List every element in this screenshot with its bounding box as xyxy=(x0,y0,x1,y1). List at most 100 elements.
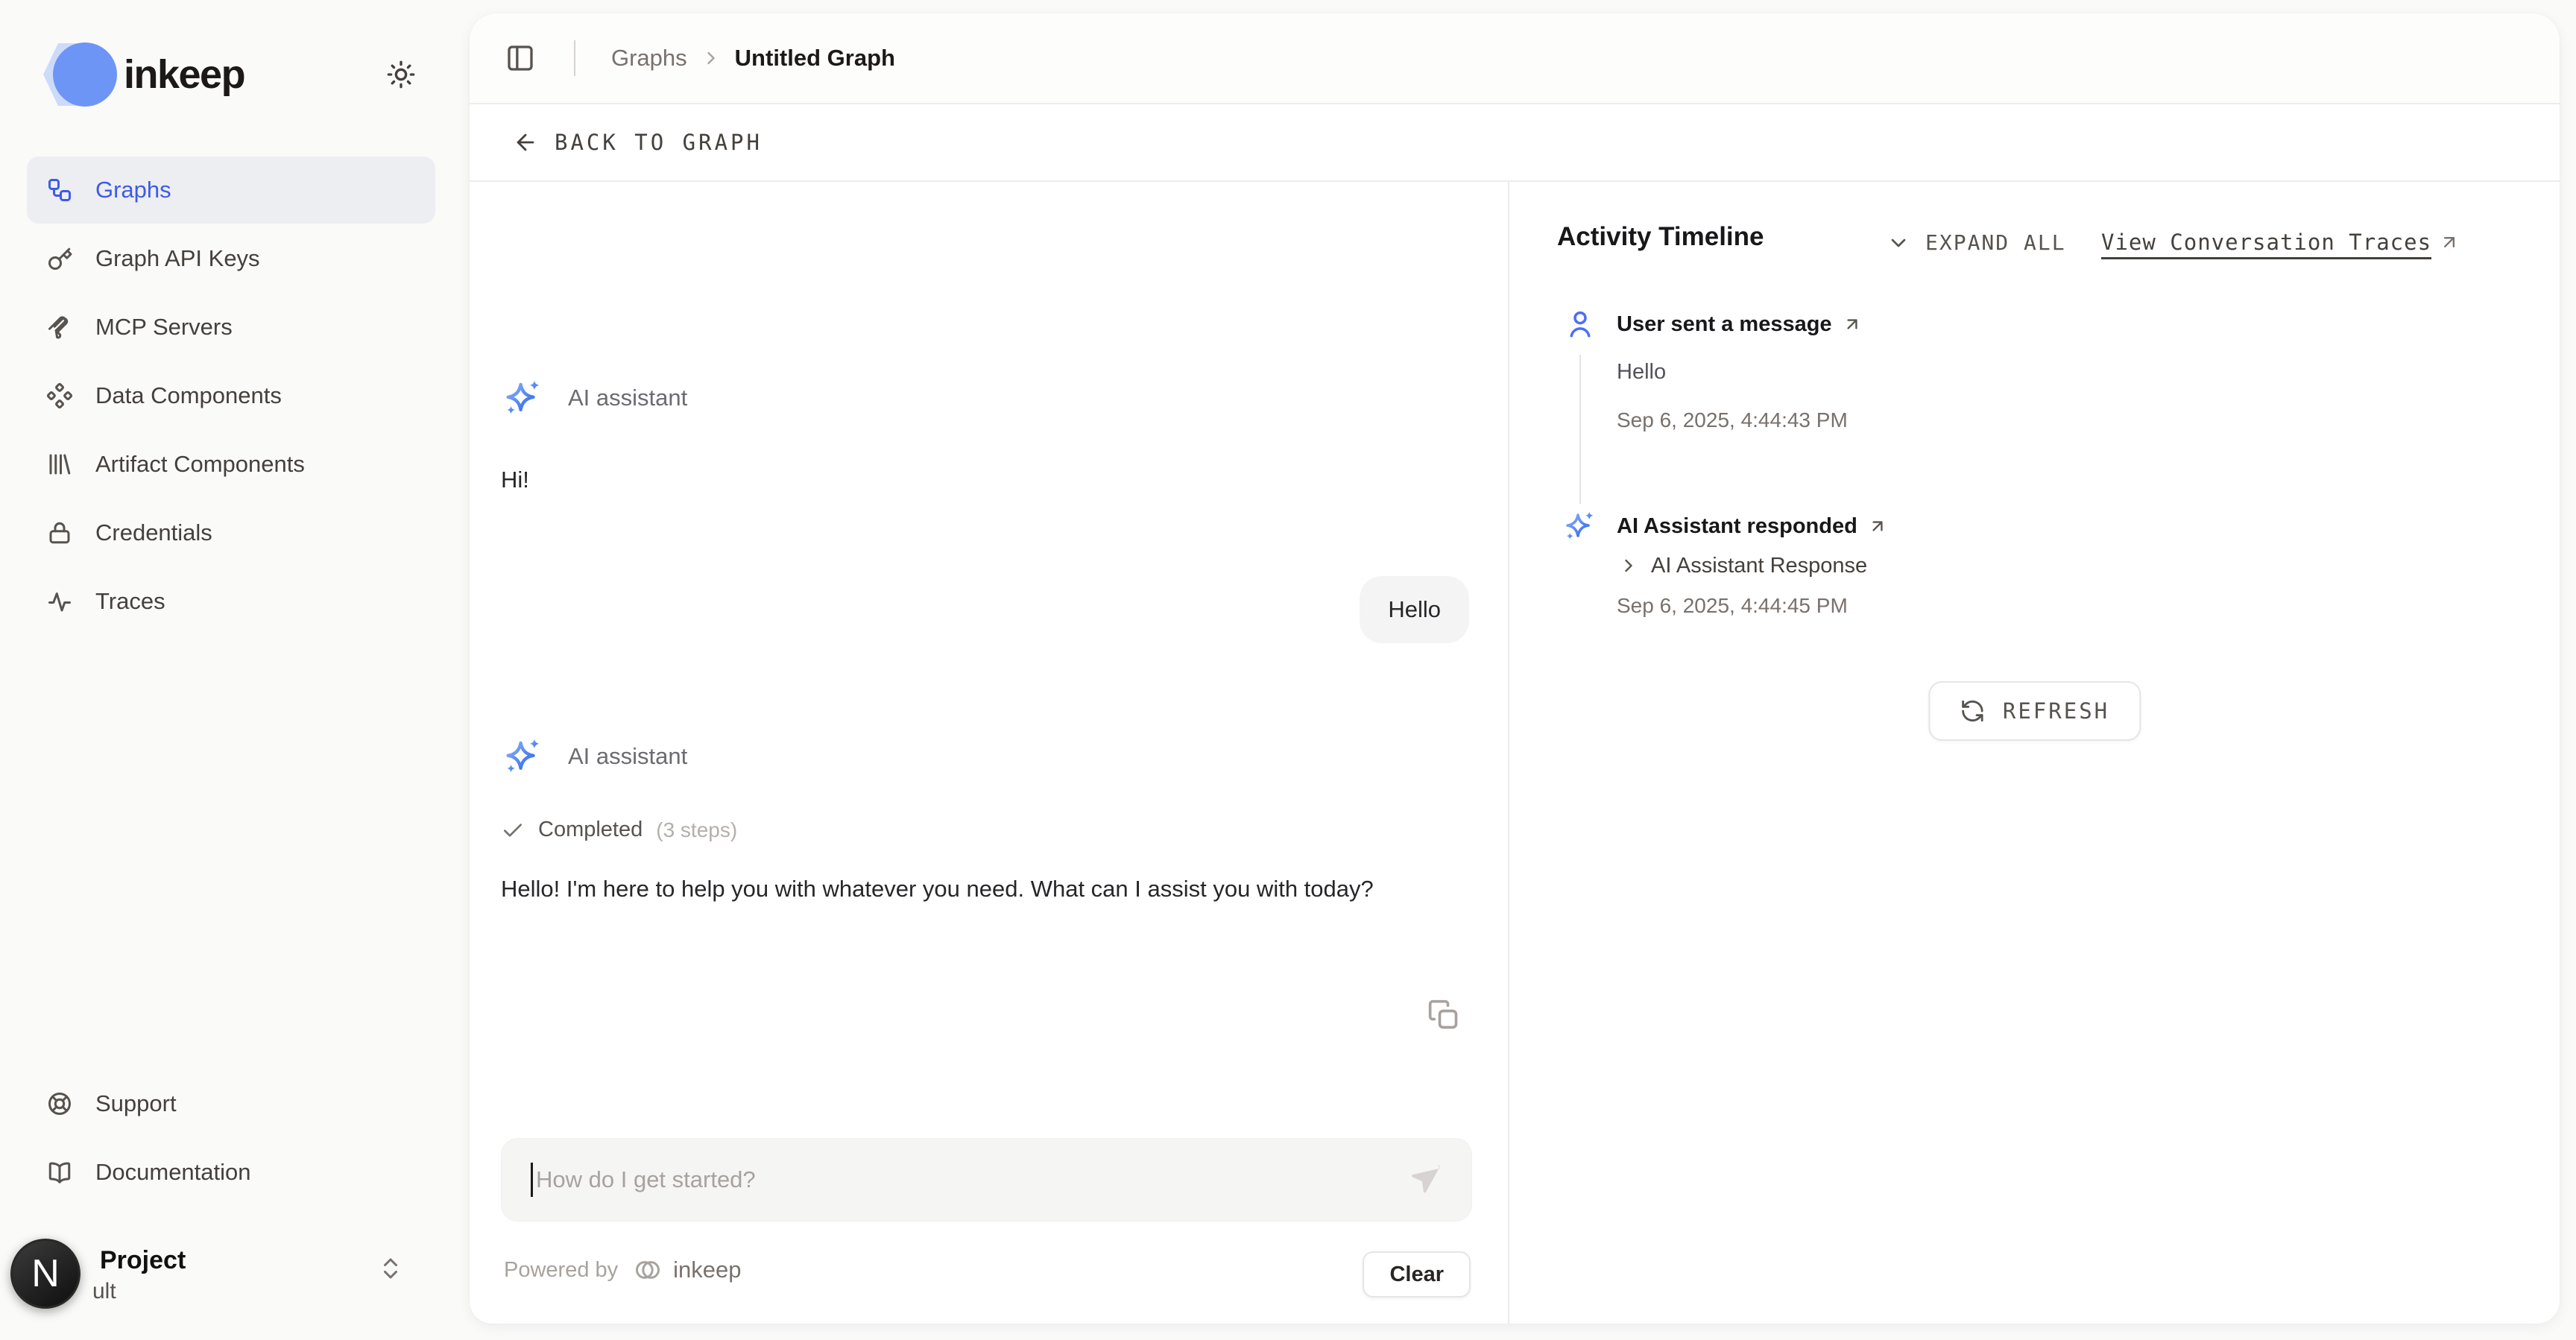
sparkles-icon xyxy=(501,735,544,778)
text-cursor xyxy=(531,1163,533,1197)
assistant-message-header: AI assistant xyxy=(501,376,687,420)
main-area: Graphs Untitled Graph BACK TO GRAPH xyxy=(462,0,2576,1340)
nextjs-dev-badge[interactable]: N xyxy=(10,1239,80,1309)
activity-icon xyxy=(46,588,73,615)
project-name: Project xyxy=(100,1246,186,1274)
sidebar-footer-nav: Support Documentation xyxy=(0,1070,462,1206)
artifact-bars-icon xyxy=(46,451,73,478)
clear-button-label: Clear xyxy=(1389,1262,1444,1287)
expand-all-button[interactable]: EXPAND ALL xyxy=(1925,228,2066,258)
arrow-up-right-icon xyxy=(1868,516,1887,536)
sidebar-item-label: Data Components xyxy=(95,382,282,409)
view-traces-label: View Conversation Traces xyxy=(2101,227,2431,258)
response-toggle-label: AI Assistant Response xyxy=(1651,552,1867,580)
arrow-left-icon xyxy=(513,130,538,155)
sidebar-item-label: Support xyxy=(95,1090,177,1117)
sidebar-item-graphs[interactable]: Graphs xyxy=(27,157,435,224)
arrow-up-right-icon xyxy=(2439,232,2460,253)
lock-icon xyxy=(46,519,73,546)
timeline-entry-timestamp: Sep 6, 2025, 4:44:43 PM xyxy=(1617,407,1848,434)
main-card: Graphs Untitled Graph BACK TO GRAPH xyxy=(470,13,2560,1324)
chevron-right-icon xyxy=(701,48,722,69)
sparkles-icon xyxy=(501,376,544,420)
chat-input-placeholder: How do I get started? xyxy=(536,1166,1407,1193)
assistant-label: AI assistant xyxy=(568,385,687,411)
sidebar-item-label: Credentials xyxy=(95,519,212,546)
completion-status[interactable]: Completed (3 steps) xyxy=(501,818,737,842)
arrow-up-right-icon xyxy=(1843,315,1862,334)
refresh-button[interactable]: REFRESH xyxy=(1928,681,2141,741)
assistant-message-2: Hello! I'm here to help you with whateve… xyxy=(501,869,1374,909)
timeline-connector xyxy=(1579,355,1581,504)
chat-panel: AI assistant Hi! Hello AI assistant xyxy=(470,182,1509,1324)
clear-button[interactable]: Clear xyxy=(1363,1251,1471,1298)
timeline-entry-body: Hello xyxy=(1617,358,1666,386)
status-label: Completed xyxy=(538,818,643,842)
user-message-text: Hello xyxy=(1388,596,1441,623)
inkeep-mark-icon xyxy=(633,1255,663,1285)
sidebar-item-documentation[interactable]: Documentation xyxy=(27,1139,435,1206)
powered-by-label: Powered by xyxy=(504,1258,618,1283)
breadcrumb-current: Untitled Graph xyxy=(735,45,895,72)
project-selector[interactable]: Project ult N xyxy=(0,1228,462,1340)
nextjs-badge-letter: N xyxy=(31,1251,60,1296)
app-root: inkeep Graphs Graph API Keys xyxy=(0,0,2576,1340)
sparkles-icon xyxy=(1562,508,1597,544)
mcp-icon xyxy=(46,314,73,341)
sidebar-item-label: Traces xyxy=(95,588,165,615)
timeline-title: Activity Timeline xyxy=(1557,221,1764,253)
spacer xyxy=(0,635,462,1024)
powered-by-brand: inkeep xyxy=(673,1257,741,1283)
key-icon xyxy=(46,245,73,272)
life-buoy-icon xyxy=(46,1090,73,1117)
sidebar-item-credentials[interactable]: Credentials xyxy=(27,499,435,566)
refresh-icon xyxy=(1960,698,1985,724)
sidebar-item-mcp-servers[interactable]: MCP Servers xyxy=(27,294,435,361)
sidebar-item-label: Graphs xyxy=(95,177,171,203)
inkeep-logo-icon xyxy=(39,39,119,110)
timeline-entry-timestamp: Sep 6, 2025, 4:44:45 PM xyxy=(1617,592,1848,619)
chat-input[interactable]: How do I get started? xyxy=(501,1138,1472,1222)
content-split: AI assistant Hi! Hello AI assistant xyxy=(470,182,2560,1324)
workflow-icon xyxy=(46,177,73,203)
sidebar-toggle-icon[interactable] xyxy=(505,43,535,73)
sidebar-item-artifact-components[interactable]: Artifact Components xyxy=(27,431,435,498)
timeline-entry-title[interactable]: User sent a message xyxy=(1617,310,1862,338)
timeline-entry-title[interactable]: AI Assistant responded xyxy=(1617,512,1887,540)
sidebar-item-data-components[interactable]: Data Components xyxy=(27,362,435,429)
project-subtitle: ult xyxy=(92,1279,116,1304)
logo-wordmark: inkeep xyxy=(124,51,244,98)
sidebar-item-support[interactable]: Support xyxy=(27,1070,435,1137)
header-divider xyxy=(574,40,575,76)
sidebar-item-graph-api-keys[interactable]: Graph API Keys xyxy=(27,225,435,292)
breadcrumb-graphs[interactable]: Graphs xyxy=(611,45,687,72)
sidebar-item-label: Documentation xyxy=(95,1159,251,1186)
sidebar-item-label: Graph API Keys xyxy=(95,245,260,272)
user-icon xyxy=(1565,309,1596,340)
assistant-message-1: Hi! xyxy=(501,460,529,500)
sidebar-item-label: MCP Servers xyxy=(95,314,233,341)
send-icon[interactable] xyxy=(1407,1162,1442,1198)
card-header: Graphs Untitled Graph xyxy=(470,13,2560,103)
check-icon xyxy=(501,818,525,842)
powered-by[interactable]: Powered by inkeep xyxy=(504,1255,742,1285)
sidebar-item-label: Artifact Components xyxy=(95,451,305,478)
copy-icon[interactable] xyxy=(1427,999,1460,1031)
back-to-graph-button[interactable]: BACK TO GRAPH xyxy=(470,104,2560,180)
sidebar-item-traces[interactable]: Traces xyxy=(27,568,435,635)
activity-timeline-panel: Activity Timeline EXPAND ALL View Conver… xyxy=(1509,182,2560,1324)
theme-toggle-sun-icon[interactable] xyxy=(386,60,416,89)
sidebar: inkeep Graphs Graph API Keys xyxy=(0,0,462,1340)
ai-assistant-response-toggle[interactable]: AI Assistant Response xyxy=(1618,552,1867,580)
assistant-label: AI assistant xyxy=(568,743,687,770)
chevrons-up-down-icon[interactable] xyxy=(377,1255,404,1286)
book-open-icon xyxy=(46,1159,73,1186)
status-steps: (3 steps) xyxy=(656,818,737,842)
back-to-graph-label: BACK TO GRAPH xyxy=(555,130,763,155)
refresh-button-label: REFRESH xyxy=(2003,698,2109,724)
view-conversation-traces-link[interactable]: View Conversation Traces xyxy=(2101,227,2460,258)
chevron-down-icon[interactable] xyxy=(1887,231,1910,255)
user-message-bubble: Hello xyxy=(1360,576,1469,643)
entry-title-text: AI Assistant responded xyxy=(1617,512,1857,540)
assistant-message-header: AI assistant xyxy=(501,735,687,778)
